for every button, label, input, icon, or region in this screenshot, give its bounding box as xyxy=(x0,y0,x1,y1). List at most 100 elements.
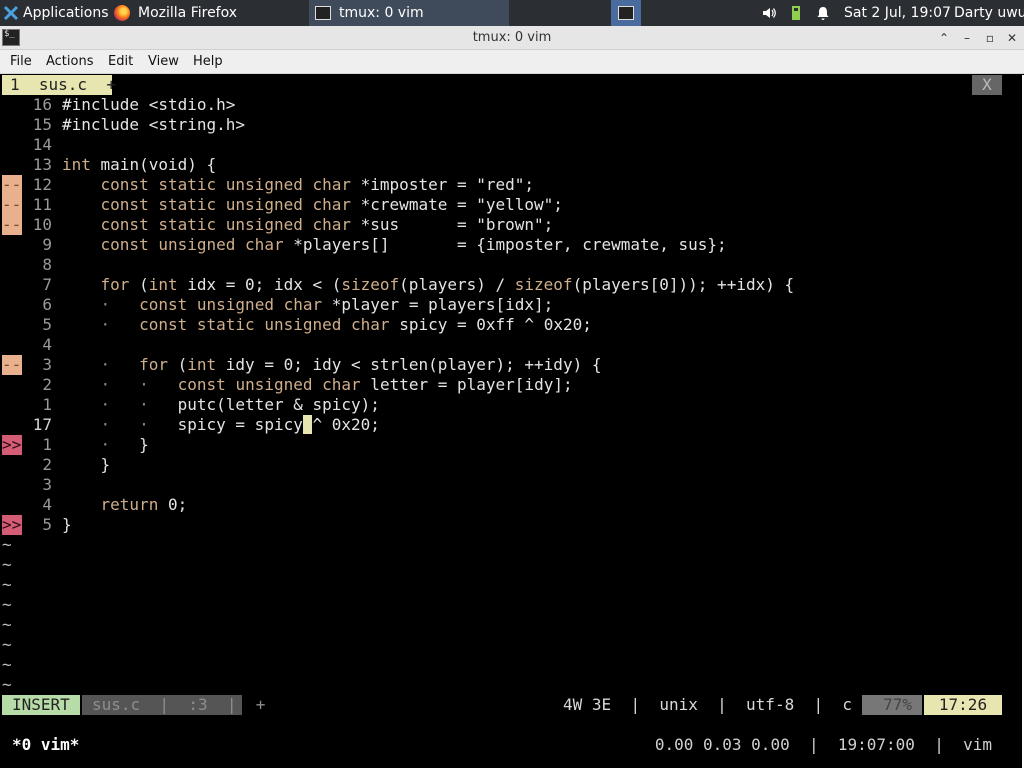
tmux-window-label[interactable]: *0 vim* xyxy=(12,735,79,755)
line-number: 4 xyxy=(42,335,52,354)
applications-menu[interactable]: Applications ⋮ xyxy=(0,0,127,26)
code-line[interactable]: -- 10 const static unsigned char *sus = "… xyxy=(2,215,1022,235)
line-number: 14 xyxy=(32,135,52,154)
line-number: 13 xyxy=(32,155,52,174)
line-number: 10 xyxy=(32,215,52,234)
taskbar-firefox[interactable]: Mozilla Firefox xyxy=(108,0,308,26)
empty-line-marker: ~ xyxy=(2,575,12,594)
vim-status-percent: 77% xyxy=(862,695,922,715)
code-text: · const unsigned char *player = players[… xyxy=(100,295,554,314)
code-line[interactable]: 14 xyxy=(2,135,1022,155)
code-text: · · spicy = spicy ^ 0x20; xyxy=(100,415,380,434)
code-line[interactable]: 2 } xyxy=(2,455,1022,475)
empty-line-marker: ~ xyxy=(2,635,12,654)
code-line[interactable]: 5 · const static unsigned char spicy = 0… xyxy=(2,315,1022,335)
code-text: const static unsigned char *sus = "brown… xyxy=(100,215,554,234)
code-text: return 0; xyxy=(100,495,188,514)
code-line[interactable]: 16 #include <stdio.h> xyxy=(2,95,1022,115)
empty-line-marker: ~ xyxy=(2,615,12,634)
line-number: 8 xyxy=(42,255,52,274)
line-number: 1 xyxy=(42,435,52,454)
line-number: 15 xyxy=(32,115,52,134)
shade-icon[interactable]: ⌃ xyxy=(935,29,953,47)
code-line[interactable]: 8 xyxy=(2,255,1022,275)
vim-tab-active[interactable]: 1 sus.c + xyxy=(2,75,116,95)
code-line[interactable]: >> 1 · } xyxy=(2,435,1022,455)
terminal-icon xyxy=(618,6,634,20)
code-line[interactable]: 6 · const unsigned char *player = player… xyxy=(2,295,1022,315)
vim-status-info: 4W 3E | unix | utf-8 | c xyxy=(563,695,852,714)
close-icon[interactable]: ✕ xyxy=(1003,29,1021,47)
code-text: } xyxy=(62,455,111,474)
empty-line-marker: ~ xyxy=(2,675,12,694)
line-number: 7 xyxy=(42,275,52,294)
workspace-switcher[interactable] xyxy=(611,0,641,26)
code-text: #include <string.h> xyxy=(62,115,246,134)
battery-icon[interactable] xyxy=(792,6,800,20)
vim-mode: INSERT xyxy=(2,695,80,715)
line-number: 17 xyxy=(32,415,52,434)
code-text: · const static unsigned char spicy = 0xf… xyxy=(100,315,592,334)
line-number: 5 xyxy=(42,515,52,534)
clock[interactable]: Sat 2 Jul, 19:07 xyxy=(844,0,951,26)
empty-line-marker: ~ xyxy=(2,535,12,554)
line-number: 2 xyxy=(42,455,52,474)
menu-actions[interactable]: Actions xyxy=(46,50,94,74)
code-line[interactable]: 4 return 0; xyxy=(2,495,1022,515)
code-line[interactable]: 4 xyxy=(2,335,1022,355)
maximize-icon[interactable]: ▫ xyxy=(981,29,999,47)
code-line[interactable]: -- 3 · for (int idy = 0; idy < strlen(pla… xyxy=(2,355,1022,375)
taskbar-firefox-label: Mozilla Firefox xyxy=(138,5,238,21)
code-line[interactable]: -- 12 const static unsigned char *imposte… xyxy=(2,175,1022,195)
code-line[interactable]: >> 5} xyxy=(2,515,1022,535)
menu-bar: File Actions Edit View Help xyxy=(0,50,1024,74)
code-line[interactable]: 1 · · putc(letter & spicy); xyxy=(2,395,1022,415)
window-title: tmux: 0 vim xyxy=(472,30,552,45)
code-text: · } xyxy=(100,435,149,454)
code-text: const static unsigned char *imposter = "… xyxy=(100,175,535,194)
notification-bell-icon[interactable] xyxy=(816,6,830,20)
empty-line-marker: ~ xyxy=(2,655,12,674)
volume-icon[interactable] xyxy=(762,6,776,20)
user-menu[interactable]: Darty uwu xyxy=(954,0,1024,26)
code-text: · · const unsigned char letter = player[… xyxy=(100,375,573,394)
code-text: } xyxy=(62,515,72,534)
line-number: 16 xyxy=(32,95,52,114)
code-text: · · putc(letter & spicy); xyxy=(100,395,380,414)
vim-status-position: 17:26 xyxy=(924,695,1002,715)
vim-tab-close[interactable]: X xyxy=(972,75,1002,95)
code-line[interactable]: 13 int main(void) { xyxy=(2,155,1022,175)
code-text: const unsigned char *players[] = {impost… xyxy=(100,235,727,254)
empty-line-marker: ~ xyxy=(2,595,12,614)
code-line[interactable]: 17 · · spicy = spicy ^ 0x20; xyxy=(2,415,1022,435)
line-number: 6 xyxy=(42,295,52,314)
line-number: 1 xyxy=(42,395,52,414)
line-number: 3 xyxy=(42,355,52,374)
vim-statusline: INSERT sus.c | :3 | + 4W 3E | unix | utf… xyxy=(2,695,1002,715)
line-number: 5 xyxy=(42,315,52,334)
line-number: 11 xyxy=(32,195,52,214)
code-line[interactable]: 3 xyxy=(2,475,1022,495)
tmux-statusbar: *0 vim* 0.00 0.03 0.00 | 19:07:00 | vim xyxy=(2,735,1002,755)
code-line[interactable]: -- 11 const static unsigned char *crewmat… xyxy=(2,195,1022,215)
minimize-icon[interactable]: – xyxy=(958,29,976,47)
menu-help[interactable]: Help xyxy=(193,50,223,74)
menu-file[interactable]: File xyxy=(10,50,32,74)
tmux-status-right: 0.00 0.03 0.00 | 19:07:00 | vim xyxy=(654,735,992,754)
menu-edit[interactable]: Edit xyxy=(108,50,133,74)
code-line[interactable]: 15 #include <string.h> xyxy=(2,115,1022,135)
code-line[interactable]: 2 · · const unsigned char letter = playe… xyxy=(2,375,1022,395)
taskbar-tmux[interactable]: tmux: 0 vim xyxy=(309,0,509,26)
menu-view[interactable]: View xyxy=(148,50,179,74)
line-number: 4 xyxy=(42,495,52,514)
terminal-area[interactable]: 1 sus.c + X 16 #include <stdio.h> 15 #inclu… xyxy=(2,75,1022,765)
code-line[interactable]: 9 const unsigned char *players[] = {impo… xyxy=(2,235,1022,255)
terminal-icon xyxy=(315,6,331,20)
taskbar-tmux-label: tmux: 0 vim xyxy=(339,5,424,21)
code-text: #include <stdio.h> xyxy=(62,95,236,114)
firefox-icon xyxy=(114,5,130,21)
text-cursor xyxy=(302,415,313,434)
code-line[interactable]: 7 for (int idx = 0; idx < (sizeof(player… xyxy=(2,275,1022,295)
empty-line-marker: ~ xyxy=(2,555,12,574)
xfce-icon xyxy=(3,5,19,21)
